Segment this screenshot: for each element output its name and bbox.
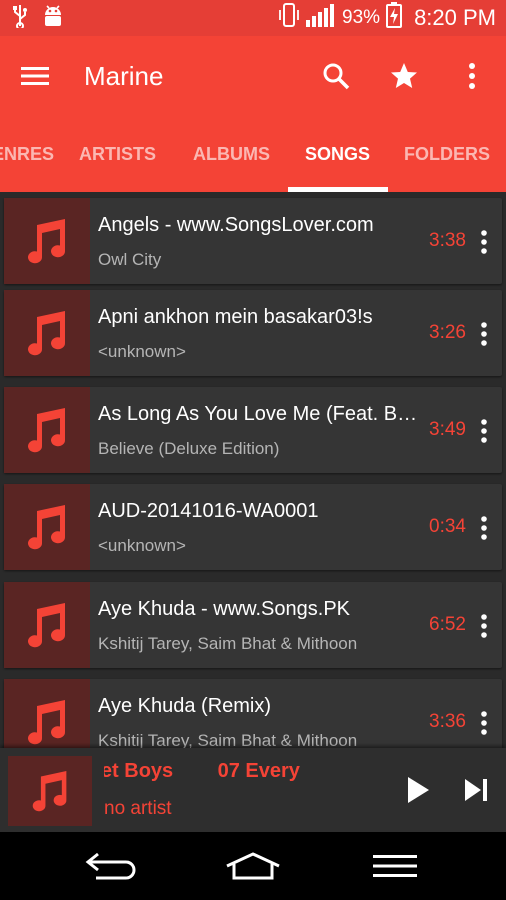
- song-duration: 6:52: [429, 614, 466, 635]
- android-debug-icon: [42, 4, 64, 33]
- song-duration: 3:49: [429, 419, 466, 440]
- now-playing-artist: no artist: [104, 798, 172, 819]
- music-note-icon: [4, 484, 90, 570]
- battery-text: 93%: [342, 7, 381, 28]
- music-note-icon: [4, 582, 90, 668]
- skip-next-icon[interactable]: [454, 768, 498, 812]
- song-title: Aye Khuda - www.Songs.PK: [98, 598, 350, 620]
- search-icon[interactable]: [302, 36, 370, 116]
- song-duration: 3:36: [429, 711, 466, 732]
- navigation-bar: [0, 832, 506, 900]
- tab-genres[interactable]: GENRES: [0, 116, 54, 192]
- song-artist: Believe (Deluxe Edition): [98, 439, 280, 458]
- song-artist: Kshitij Tarey, Saim Bhat & Mithoon: [98, 731, 358, 748]
- usb-icon: [12, 4, 28, 33]
- more-vert-icon[interactable]: [472, 314, 496, 354]
- song-row[interactable]: AUD-20141016-WA0001 <unknown> 0:34: [4, 484, 502, 570]
- song-artist: <unknown>: [98, 536, 186, 555]
- more-vert-icon[interactable]: [438, 36, 506, 116]
- music-note-icon: [4, 387, 90, 473]
- home-icon[interactable]: [218, 844, 288, 888]
- tab-artists[interactable]: ARTISTS: [79, 116, 156, 192]
- star-icon[interactable]: [370, 36, 438, 116]
- recents-icon[interactable]: [360, 844, 430, 888]
- music-note-icon: [8, 756, 92, 826]
- more-vert-icon[interactable]: [472, 508, 496, 548]
- song-row[interactable]: As Long As You Love Me (Feat. Big Sean) …: [4, 387, 502, 473]
- more-vert-icon[interactable]: [472, 606, 496, 646]
- tab-albums[interactable]: ALBUMS: [193, 116, 270, 192]
- song-artist: <unknown>: [98, 342, 186, 361]
- now-playing-bar[interactable]: reet Boys 07 Every no artist: [0, 748, 506, 832]
- song-row[interactable]: Angels - www.SongsLover.com Owl City 3:3…: [4, 198, 502, 284]
- status-bar: 93% 8:20 PM: [0, 0, 506, 36]
- song-duration: 3:26: [429, 322, 466, 343]
- song-title: Apni ankhon mein basakar03!s: [98, 306, 373, 328]
- song-title: As Long As You Love Me (Feat. Big Sean): [98, 403, 418, 425]
- now-playing-title: reet Boys 07 Every: [104, 760, 394, 783]
- play-icon[interactable]: [396, 768, 440, 812]
- music-note-icon: [4, 198, 90, 284]
- song-title: Angels - www.SongsLover.com: [98, 214, 374, 236]
- more-vert-icon[interactable]: [472, 703, 496, 743]
- more-vert-icon[interactable]: [472, 222, 496, 262]
- song-artist: Kshitij Tarey, Saim Bhat & Mithoon: [98, 634, 358, 653]
- battery-charging-icon: [386, 2, 403, 34]
- song-list[interactable]: Angels - www.SongsLover.com Owl City 3:3…: [0, 192, 506, 748]
- vibrate-icon: [278, 2, 300, 34]
- app-title: Marine: [84, 60, 164, 91]
- back-icon[interactable]: [76, 844, 146, 888]
- tab-bar: GENRES ARTISTS ALBUMS SONGS FOLDERS: [0, 116, 506, 192]
- music-note-icon: [4, 290, 90, 376]
- more-vert-icon[interactable]: [472, 411, 496, 451]
- song-row[interactable]: Aye Khuda - www.Songs.PK Kshitij Tarey, …: [4, 582, 502, 668]
- tab-folders[interactable]: FOLDERS: [404, 116, 490, 192]
- signal-icon: [306, 3, 336, 33]
- music-note-icon: [4, 679, 90, 748]
- now-playing-title-text: reet Boys 07 Every: [104, 760, 300, 782]
- menu-icon[interactable]: [0, 36, 72, 116]
- song-duration: 3:38: [429, 230, 466, 251]
- song-row[interactable]: Aye Khuda (Remix) Kshitij Tarey, Saim Bh…: [4, 679, 502, 748]
- song-row[interactable]: Apni ankhon mein basakar03!s <unknown> 3…: [4, 290, 502, 376]
- song-artist: Owl City: [98, 250, 162, 269]
- tab-indicator: [288, 187, 388, 192]
- app-bar: Marine: [0, 36, 506, 116]
- tab-songs[interactable]: SONGS: [305, 116, 370, 192]
- song-title: Aye Khuda (Remix): [98, 695, 272, 717]
- song-duration: 0:34: [429, 516, 466, 537]
- song-title: AUD-20141016-WA0001: [98, 500, 319, 522]
- clock: 8:20 PM: [414, 5, 496, 30]
